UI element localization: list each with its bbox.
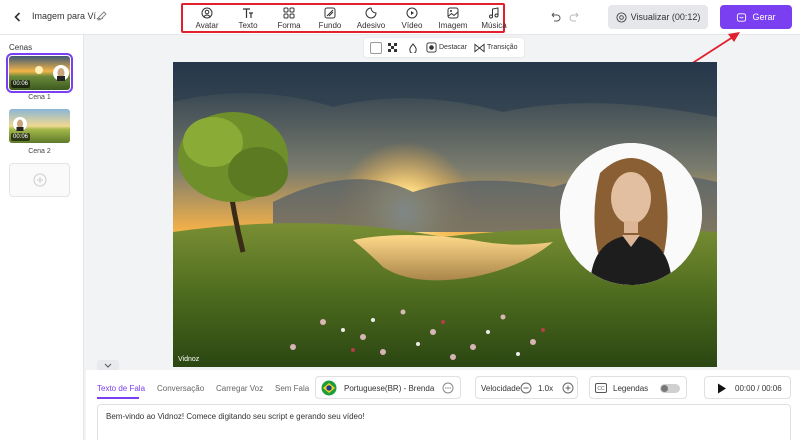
background-icon [324, 7, 336, 19]
voice-selector[interactable]: Portuguese(BR) - Brenda [315, 376, 461, 399]
speech-panel: Texto de Fala Conversação Carregar Voz S… [86, 370, 800, 440]
tool-background[interactable]: Fundo [312, 6, 348, 32]
tool-label: Texto [238, 21, 258, 30]
tool-text[interactable]: Texto [230, 6, 266, 32]
tab-no-speech[interactable]: Sem Fala [275, 384, 309, 393]
tool-label: Vídeo [401, 21, 423, 30]
scenes-sidebar: Cenas 00:06 Cena 1 00:06 Cena 2 [0, 35, 84, 440]
tool-label: Avatar [195, 21, 219, 30]
speed-label: Velocidade [481, 384, 521, 393]
edit-pencil-icon[interactable] [96, 10, 108, 22]
project-title[interactable]: Imagem para Ví... [32, 11, 104, 21]
tool-music[interactable]: Música [476, 6, 512, 32]
generate-label: Gerar [752, 12, 776, 22]
plus-circle-icon[interactable] [562, 382, 574, 394]
collapse-panel-button[interactable] [97, 360, 119, 370]
shapes-icon [283, 7, 295, 19]
fill-button[interactable] [408, 41, 418, 54]
brazil-flag-icon [321, 380, 337, 396]
script-textarea[interactable]: Bem-vindo ao Vidnoz! Comece digitando se… [97, 404, 791, 440]
transition-icon [474, 42, 485, 53]
active-tab-indicator [97, 397, 139, 399]
color-swatch[interactable] [370, 41, 382, 54]
subtitles-label: Legendas [613, 384, 649, 393]
element-toolbar: Avatar Texto Forma Fundo Adesivo Vídeo I… [181, 3, 507, 33]
video-canvas[interactable]: Vidnoz [173, 62, 717, 367]
audio-player: 00:00 / 00:06 [704, 376, 791, 399]
scene-thumbnail-2[interactable]: 00:06 [9, 109, 70, 143]
subtitles-toggle[interactable] [660, 384, 680, 393]
play-icon[interactable] [717, 383, 727, 394]
captions-icon: CC [595, 383, 607, 393]
highlight-button[interactable]: Destacar [426, 41, 467, 54]
transition-button[interactable]: Transição [474, 41, 517, 54]
tab-text-to-speech[interactable]: Texto de Fala [97, 384, 145, 393]
music-icon [489, 7, 499, 19]
droplet-icon [409, 42, 417, 53]
plus-circle-icon [33, 173, 46, 187]
scenes-title: Cenas [9, 43, 33, 52]
tool-label: Música [481, 21, 507, 30]
voice-name: Portuguese(BR) - Brenda [344, 384, 435, 393]
transition-label: Transição [487, 44, 518, 51]
redo-icon[interactable] [569, 11, 581, 23]
tool-label: Fundo [318, 21, 342, 30]
tool-video[interactable]: Vídeo [394, 6, 430, 32]
back-button[interactable] [10, 9, 26, 25]
add-scene-button[interactable] [9, 163, 70, 197]
scene-name: Cena 1 [28, 94, 51, 101]
more-options-icon[interactable] [442, 382, 454, 394]
chevron-left-icon [14, 12, 21, 22]
text-icon [243, 8, 253, 18]
scene-name: Cena 2 [28, 148, 51, 155]
checker-icon [388, 42, 397, 52]
avatar-icon [201, 7, 213, 19]
preview-label: Visualizar (00:12) [630, 12, 701, 22]
tool-label: Imagem [438, 21, 468, 30]
generate-icon [737, 12, 747, 22]
image-icon [447, 7, 459, 19]
svg-text:CC: CC [597, 386, 605, 392]
tab-conversation[interactable]: Conversação [157, 384, 204, 393]
tool-image[interactable]: Imagem [435, 6, 471, 32]
scene-duration: 00:06 [11, 80, 31, 88]
subtitles-control: CC Legendas [589, 376, 687, 399]
avatar-element[interactable] [560, 143, 702, 285]
scene-duration: 00:06 [11, 133, 31, 141]
tool-shape[interactable]: Forma [271, 6, 307, 32]
tool-sticker[interactable]: Adesivo [353, 6, 389, 32]
video-icon [406, 7, 418, 19]
scene-thumbnail-1[interactable]: 00:06 [6, 53, 73, 93]
highlight-icon [426, 42, 437, 53]
highlight-label: Destacar [439, 44, 468, 51]
speed-value: 1.0x [538, 384, 554, 393]
playback-time: 00:00 / 00:06 [735, 384, 782, 393]
canvas-subtoolbar: Destacar Transição [364, 38, 524, 57]
tab-upload-voice[interactable]: Carregar Voz [216, 384, 263, 393]
transparency-button[interactable] [388, 41, 398, 54]
tool-label: Adesivo [356, 21, 386, 30]
minus-circle-icon[interactable] [520, 382, 532, 394]
tool-avatar[interactable]: Avatar [189, 6, 225, 32]
chevron-down-icon [104, 363, 112, 368]
watermark: Vidnoz [178, 356, 200, 363]
tool-label: Forma [277, 21, 301, 30]
undo-icon[interactable] [549, 11, 561, 23]
sticker-icon [365, 7, 377, 19]
speed-control: Velocidade 1.0x [475, 376, 578, 399]
avatar-presenter-image [560, 143, 702, 285]
eye-icon [616, 11, 627, 23]
